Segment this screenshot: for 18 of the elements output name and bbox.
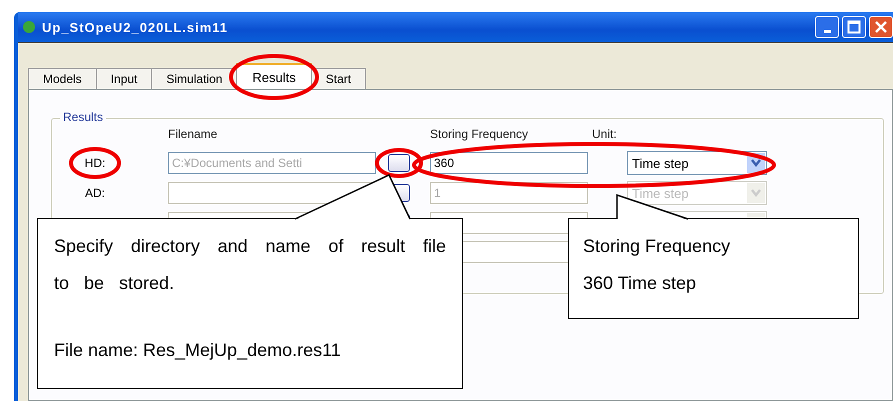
tab[interactable]: Models — [28, 68, 97, 89]
tab[interactable]: Simulation — [151, 68, 238, 89]
group-title: Results — [60, 110, 106, 124]
callout-text: 360 Time step — [583, 272, 698, 295]
unit-dropdown[interactable]: Time step — [627, 151, 767, 175]
callout-text: Storing Frequency — [583, 235, 732, 258]
frequency-field[interactable]: 360 — [430, 152, 588, 174]
callout-text: Specify directory and name of result file to be stored. — [54, 235, 446, 295]
row-label: AD: — [84, 186, 106, 200]
column-header: Unit: — [592, 127, 618, 141]
column-header: Filename — [168, 127, 218, 141]
tab[interactable]: Input — [96, 68, 152, 89]
row-label: HD: — [84, 156, 106, 170]
tab[interactable]: Start — [310, 68, 366, 89]
window-title: Up_StOpeU2_020LL.sim11 — [42, 20, 230, 34]
tab[interactable]: Results — [236, 63, 312, 89]
callout-text: File name: Res_MejUp_demo.res11 — [54, 339, 342, 362]
column-header: Storing Frequency — [430, 127, 530, 141]
